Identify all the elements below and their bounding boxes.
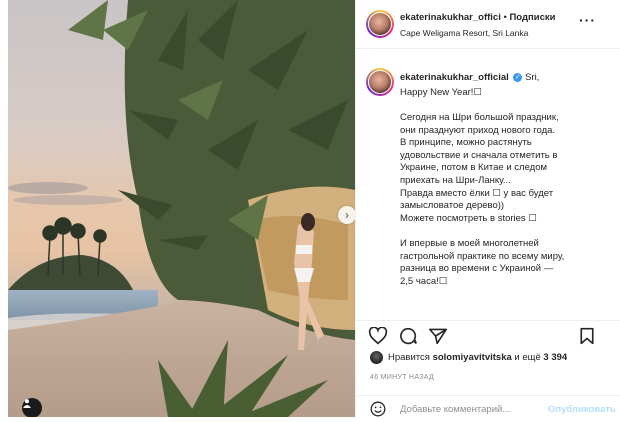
author-line: ekaterinakukhar_offici • Подписки	[400, 12, 555, 23]
post-side-panel: ekaterinakukhar_offici • Подписки Cape W…	[355, 0, 620, 417]
caption-line: Happy New Year!☐	[400, 87, 482, 98]
likes-connector: и ещё	[514, 352, 541, 363]
user-tag-icon	[23, 399, 31, 408]
publish-button[interactable]: Опубликовать	[548, 404, 616, 415]
beach-scene	[8, 0, 355, 417]
emoji-icon[interactable]	[370, 401, 386, 422]
share-icon[interactable]	[428, 327, 448, 350]
post-header: ekaterinakukhar_offici • Подписки Cape W…	[356, 0, 620, 49]
more-options-icon[interactable]: ···	[579, 12, 596, 28]
comment-input[interactable]: Добавьте комментарий...	[400, 404, 510, 415]
verified-icon: ✓	[513, 72, 523, 82]
likes-count[interactable]: 3 394	[543, 352, 567, 363]
post-location[interactable]: Cape Weligama Resort, Sri Lanka	[400, 28, 528, 38]
chevron-right-icon: ›	[345, 208, 349, 222]
caption-avatar[interactable]	[366, 68, 394, 96]
likes-line: Нравится solomiyavitvitska и ещё 3 394	[370, 351, 567, 364]
user-tag-button[interactable]	[22, 398, 42, 417]
comment-icon[interactable]	[398, 327, 418, 350]
post-photo[interactable]: ›	[8, 0, 355, 417]
liker-avatar[interactable]	[370, 351, 383, 364]
post-time[interactable]: 46 МИНУТ НАЗАД	[370, 374, 434, 381]
caption-body: Сегодня на Шри большой праздник, они пра…	[400, 112, 565, 287]
bookmark-icon[interactable]	[578, 327, 596, 350]
author-username[interactable]: ekaterinakukhar_offici	[400, 12, 501, 23]
separator-dot: •	[503, 12, 507, 23]
liker-username[interactable]: solomiyavitvitska	[433, 352, 512, 363]
comment-bar: Добавьте комментарий... Опубликовать	[356, 395, 620, 418]
caption-first-text: Sri,	[525, 72, 540, 83]
action-bar	[356, 320, 620, 349]
author-avatar[interactable]	[366, 10, 394, 38]
likes-prefix: Нравится	[388, 352, 430, 363]
heart-icon[interactable]	[368, 326, 388, 350]
caption-header: ekaterinakukhar_official ✓ Sri,	[400, 72, 539, 83]
next-image-button[interactable]: ›	[338, 206, 355, 224]
caption-username[interactable]: ekaterinakukhar_official	[400, 72, 509, 83]
following-button[interactable]: Подписки	[509, 12, 555, 23]
